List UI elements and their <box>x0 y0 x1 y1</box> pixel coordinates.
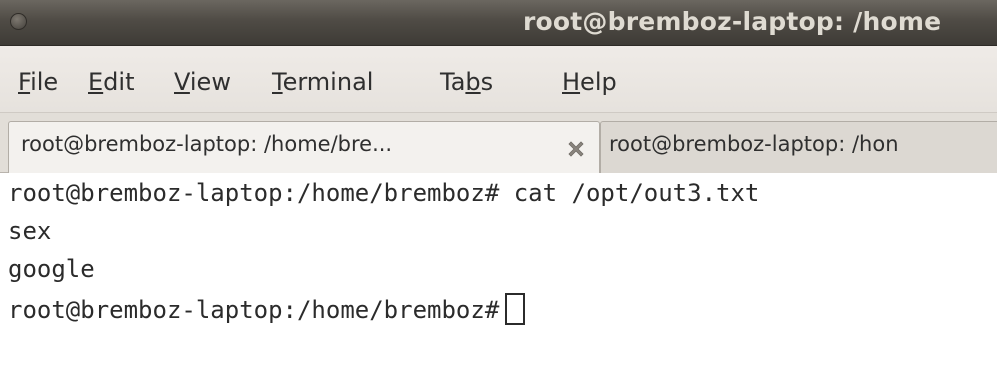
menu-view-mnemonic: V <box>174 68 190 96</box>
menu-help-mnemonic: H <box>562 68 581 96</box>
tab-bar: root@bremboz-laptop: /home/bre... root@b… <box>0 113 997 173</box>
menu-tabs-post: s <box>480 68 494 96</box>
tab-2-label: root@bremboz-laptop: /hon <box>609 132 899 156</box>
text-cursor <box>505 293 526 325</box>
menu-terminal[interactable]: Terminal <box>272 68 373 96</box>
menu-tabs-mnemonic: b <box>465 68 481 96</box>
menu-help-post: elp <box>580 68 617 96</box>
menu-tabs-pre: Ta <box>440 68 466 96</box>
menu-edit[interactable]: Edit <box>88 68 134 96</box>
menu-bar: File Edit View Terminal Tabs Help <box>0 46 997 113</box>
menu-terminal-mnemonic: T <box>272 68 283 96</box>
menu-help[interactable]: Help <box>562 68 617 96</box>
terminal-prompt-line: root@bremboz-laptop:/home/bremboz# <box>8 293 526 325</box>
menu-view-post: iew <box>189 68 231 96</box>
tab-1[interactable]: root@bremboz-laptop: /home/bre... <box>8 121 600 173</box>
menu-terminal-post: erminal <box>282 68 374 96</box>
menu-file-post: ile <box>30 68 59 96</box>
terminal-line: sex <box>8 217 52 245</box>
menu-file[interactable]: File <box>18 68 58 96</box>
window-title: root@bremboz-laptop: /home <box>523 7 942 36</box>
tab-2[interactable]: root@bremboz-laptop: /hon <box>600 121 997 173</box>
menu-view[interactable]: View <box>174 68 231 96</box>
terminal-line: root@bremboz-laptop:/home/bremboz# cat /… <box>8 179 760 207</box>
tab-1-label: root@bremboz-laptop: /home/bre... <box>21 132 393 156</box>
terminal-output[interactable]: root@bremboz-laptop:/home/bremboz# cat /… <box>0 173 997 370</box>
terminal-prompt: root@bremboz-laptop:/home/bremboz# <box>8 296 500 324</box>
title-bar[interactable]: root@bremboz-laptop: /home <box>0 0 997 46</box>
menu-edit-post: dit <box>103 68 135 96</box>
terminal-line: google <box>8 255 95 283</box>
menu-file-mnemonic: F <box>18 68 31 96</box>
terminal-window: root@bremboz-laptop: /home File Edit Vie… <box>0 0 997 370</box>
tab-close-icon[interactable] <box>565 138 587 160</box>
menu-edit-mnemonic: E <box>88 68 104 96</box>
menu-tabs[interactable]: Tabs <box>440 68 493 96</box>
window-close-icon[interactable] <box>10 13 27 30</box>
